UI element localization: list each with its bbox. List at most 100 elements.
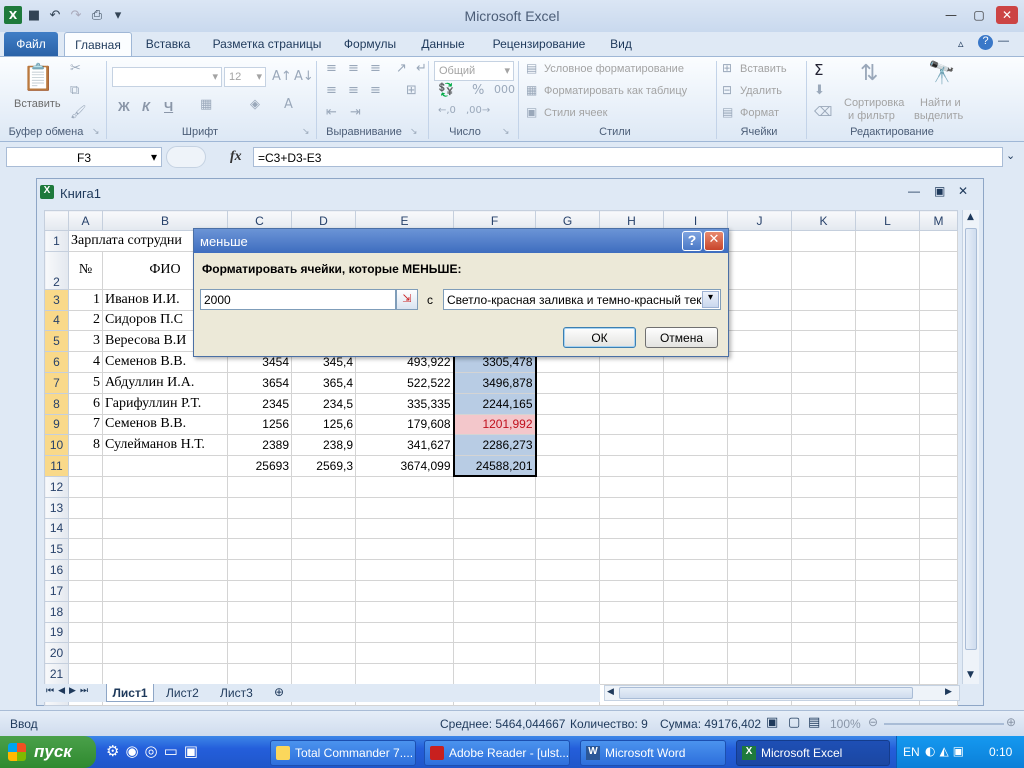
cell[interactable] xyxy=(855,517,920,540)
cell[interactable] xyxy=(663,663,728,685)
cell[interactable] xyxy=(535,559,600,581)
cell[interactable] xyxy=(855,600,920,623)
cell[interactable] xyxy=(791,621,856,644)
cell[interactable] xyxy=(727,309,792,332)
cell[interactable] xyxy=(102,621,228,644)
format-as-table-icon[interactable]: ▦ xyxy=(526,83,537,97)
cell[interactable] xyxy=(919,496,958,519)
cell[interactable] xyxy=(855,455,920,477)
cell[interactable] xyxy=(919,663,958,685)
tab-page-layout[interactable]: Разметка страницы xyxy=(208,32,326,56)
cell[interactable] xyxy=(727,288,792,311)
cell[interactable] xyxy=(919,475,958,498)
cell[interactable] xyxy=(791,496,856,519)
cell[interactable] xyxy=(727,517,792,540)
cell[interactable] xyxy=(599,496,664,519)
ribbon-collapse-icon[interactable]: ▵ xyxy=(958,37,964,50)
cell[interactable] xyxy=(919,413,958,436)
workbook-restore-button[interactable]: ▣ xyxy=(934,184,945,198)
tax-cell[interactable]: 238,9 xyxy=(291,434,356,457)
cell[interactable] xyxy=(663,455,728,477)
workbook-minimize-button[interactable]: — xyxy=(908,184,920,198)
number-format-combo[interactable]: Общий ▾ xyxy=(434,61,514,81)
align-left-icon[interactable]: ≡ xyxy=(326,83,337,98)
cell[interactable] xyxy=(599,455,664,477)
font-color-icon[interactable]: A xyxy=(284,97,293,112)
cell[interactable] xyxy=(227,538,292,561)
cell[interactable] xyxy=(855,496,920,519)
cell[interactable] xyxy=(599,392,664,415)
cell[interactable] xyxy=(453,621,536,644)
number-cell[interactable]: 2 xyxy=(68,309,103,332)
cell[interactable] xyxy=(727,621,792,644)
cell[interactable] xyxy=(727,230,792,252)
row-header[interactable]: 14 xyxy=(44,517,69,540)
underline-button[interactable]: Ч xyxy=(164,99,173,114)
cell[interactable] xyxy=(919,579,958,602)
fill-icon[interactable]: ⬇ xyxy=(814,83,825,98)
cell[interactable] xyxy=(355,621,454,644)
taskbar-microsoft-word[interactable]: W Microsoft Word xyxy=(580,740,726,766)
cell[interactable] xyxy=(68,642,103,665)
cell[interactable] xyxy=(727,475,792,498)
cell[interactable] xyxy=(727,434,792,457)
cell[interactable] xyxy=(227,559,292,581)
cell[interactable] xyxy=(291,579,356,602)
currency-format-icon[interactable]: 💱 xyxy=(438,83,454,98)
cell[interactable] xyxy=(919,538,958,561)
format-painter-icon[interactable]: 🖌 xyxy=(70,105,87,120)
cell[interactable] xyxy=(227,496,292,519)
cell[interactable] xyxy=(791,288,856,311)
row-header[interactable]: 1 xyxy=(44,230,69,252)
cell[interactable] xyxy=(102,517,228,540)
cell[interactable] xyxy=(727,538,792,561)
total-f-cell[interactable]: 24588,201 xyxy=(452,455,537,478)
cell[interactable] xyxy=(599,559,664,581)
cell[interactable] xyxy=(68,496,103,519)
cell[interactable] xyxy=(791,600,856,623)
decrease-decimal-icon[interactable]: ,00→ xyxy=(466,105,490,116)
cell[interactable] xyxy=(727,351,792,373)
cell[interactable] xyxy=(855,621,920,644)
increase-indent-icon[interactable]: ⇥ xyxy=(350,105,361,120)
cell[interactable] xyxy=(855,559,920,581)
zoom-out-icon[interactable]: ⊖ xyxy=(868,715,878,729)
row-header[interactable]: 4 xyxy=(44,309,69,332)
conditional-formatting-icon[interactable]: ▤ xyxy=(526,61,537,75)
cell[interactable] xyxy=(791,517,856,540)
name-cell[interactable]: Гарифуллин Р.Т. xyxy=(102,392,228,415)
cell[interactable] xyxy=(791,579,856,602)
cell[interactable] xyxy=(919,309,958,332)
column-header-k[interactable]: K xyxy=(791,210,856,231)
shrink-font-icon[interactable]: A↓ xyxy=(294,69,314,84)
cancel-button[interactable]: Отмена xyxy=(645,327,718,348)
cell[interactable] xyxy=(919,330,958,353)
fill-color-icon[interactable]: ◈ xyxy=(250,97,260,112)
cell[interactable] xyxy=(453,559,536,581)
cell[interactable] xyxy=(535,455,600,477)
zoom-level[interactable]: 100% xyxy=(830,717,861,731)
cell[interactable] xyxy=(663,621,728,644)
cell[interactable] xyxy=(291,621,356,644)
tax-cell[interactable]: 125,6 xyxy=(291,413,356,436)
cell[interactable] xyxy=(453,517,536,540)
cell[interactable] xyxy=(599,600,664,623)
cell[interactable] xyxy=(102,600,228,623)
cell[interactable] xyxy=(919,559,958,581)
format-cells-button[interactable]: Формат xyxy=(740,107,779,119)
deduction-cell[interactable]: 522,522 xyxy=(355,371,454,394)
total-e-cell[interactable]: 3674,099 xyxy=(355,455,454,477)
total-d-cell[interactable]: 2569,3 xyxy=(291,455,356,477)
insert-cells-icon[interactable]: ⊞ xyxy=(722,61,732,75)
result-cell[interactable]: 1201,992 xyxy=(452,413,537,436)
vertical-scrollbar[interactable]: ▲ ▼ xyxy=(962,210,979,684)
cell[interactable] xyxy=(855,250,920,290)
cell[interactable] xyxy=(919,371,958,394)
number-cell[interactable]: 6 xyxy=(68,392,103,415)
cell[interactable] xyxy=(727,392,792,415)
cell[interactable] xyxy=(663,538,728,561)
cell[interactable] xyxy=(919,351,958,373)
cell[interactable] xyxy=(355,517,454,540)
cell[interactable] xyxy=(102,538,228,561)
cell[interactable] xyxy=(919,434,958,457)
